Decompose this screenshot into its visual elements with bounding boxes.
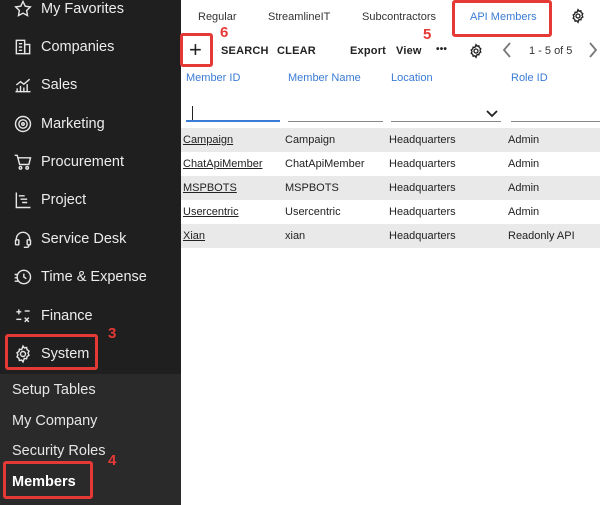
sidebar-item-companies[interactable]: Companies <box>0 29 181 65</box>
view-button[interactable]: View <box>396 45 422 57</box>
search-button[interactable]: SEARCH <box>221 45 269 57</box>
tab-regular[interactable]: Regular <box>198 11 237 23</box>
member-name-cell: MSPBOTS <box>285 182 339 194</box>
member-id-filter-input[interactable] <box>186 104 280 122</box>
location-cell: Headquarters <box>389 134 456 146</box>
role-id-cell: Admin <box>508 206 540 218</box>
submenu-item-setup-tables[interactable]: Setup Tables <box>12 382 96 398</box>
location-cell: Headquarters <box>389 182 456 194</box>
column-header-member-name[interactable]: Member Name <box>288 72 361 84</box>
text-cursor <box>192 106 193 120</box>
chevron-down-icon <box>485 106 499 118</box>
filter-row <box>181 92 600 124</box>
annotation-box-system <box>5 334 98 370</box>
submenu-item-my-company[interactable]: My Company <box>12 413 97 429</box>
calculator-icon <box>12 305 34 327</box>
target-icon <box>12 113 34 135</box>
annotation-box-members <box>3 461 93 499</box>
table-row[interactable]: Usercentric Usercentric Headquarters Adm… <box>181 200 600 224</box>
location-cell: Headquarters <box>389 206 456 218</box>
location-cell: Headquarters <box>389 230 456 242</box>
building-icon <box>12 36 34 58</box>
sidebar-item-label: Procurement <box>41 154 125 170</box>
table-row[interactable]: ChatApiMember ChatApiMember Headquarters… <box>181 152 600 176</box>
sidebar-item-procurement[interactable]: Procurement <box>0 144 181 180</box>
column-header-member-id[interactable]: Member ID <box>186 72 240 84</box>
annotation-box-api-members-tab <box>452 0 552 37</box>
member-name-filter-input[interactable] <box>288 104 383 122</box>
headset-icon <box>12 228 34 250</box>
location-filter-dropdown[interactable] <box>391 104 501 122</box>
member-name-cell: xian <box>285 230 306 242</box>
export-button[interactable]: Export <box>350 45 386 57</box>
sidebar-item-sales[interactable]: Sales <box>0 67 181 103</box>
annotation-number: 5 <box>423 26 432 43</box>
toolbar-settings-gear-icon[interactable] <box>468 43 484 64</box>
member-name-cell: Usercentric <box>285 206 341 218</box>
tab-settings-gear-icon[interactable] <box>570 8 586 24</box>
role-id-filter-input[interactable] <box>511 104 600 122</box>
location-cell: Headquarters <box>389 158 456 170</box>
tab-streamlineit[interactable]: StreamlineIT <box>268 11 330 23</box>
sidebar-item-label: Sales <box>41 77 78 93</box>
member-id-link[interactable]: Usercentric <box>183 206 239 218</box>
role-id-cell: Readonly API <box>508 230 575 242</box>
clear-button[interactable]: CLEAR <box>277 45 316 57</box>
table-row[interactable]: MSPBOTS MSPBOTS Headquarters Admin <box>181 176 600 200</box>
role-id-cell: Admin <box>508 158 540 170</box>
sidebar-item-label: Time & Expense <box>41 269 147 285</box>
annotation-number: 6 <box>220 24 229 41</box>
clock-icon <box>12 266 34 288</box>
table-row[interactable]: Xian xian Headquarters Readonly API <box>181 224 600 248</box>
more-options-button[interactable]: ••• <box>436 44 447 55</box>
sidebar-item-label: Project <box>41 192 87 208</box>
annotation-number: 3 <box>108 325 117 342</box>
sidebar-item-marketing[interactable]: Marketing <box>0 106 181 142</box>
sidebar-item-project[interactable]: Project <box>0 182 181 218</box>
gantt-icon <box>12 189 34 211</box>
column-header-location[interactable]: Location <box>391 72 433 84</box>
member-name-cell: Campaign <box>285 134 336 146</box>
pagination-label: 1 - 5 of 5 <box>529 45 573 57</box>
sidebar-item-label: Companies <box>41 39 115 55</box>
role-id-cell: Admin <box>508 182 540 194</box>
cart-icon <box>12 151 34 173</box>
toolbar: + SEARCH CLEAR Export View ••• 1 - 5 of … <box>181 36 600 66</box>
member-id-link[interactable]: MSPBOTS <box>183 182 237 194</box>
role-id-cell: Admin <box>508 134 540 146</box>
star-icon <box>12 0 34 20</box>
chart-icon <box>12 74 34 96</box>
annotation-number: 4 <box>108 452 117 469</box>
sidebar-item-finance[interactable]: Finance <box>0 298 181 334</box>
annotation-box-add-button <box>180 33 213 67</box>
table-header: Member ID Member Name Location Role ID <box>181 66 600 90</box>
sidebar-item-label: Service Desk <box>41 231 127 247</box>
sidebar-item-label: My Favorites <box>41 1 124 17</box>
sidebar-item-label: Marketing <box>41 116 105 132</box>
member-id-link[interactable]: Xian <box>183 230 205 242</box>
member-id-link[interactable]: Campaign <box>183 134 233 146</box>
previous-page-icon[interactable] <box>501 41 513 59</box>
sidebar-item-time-expense[interactable]: Time & Expense <box>0 259 181 295</box>
sidebar-item-label: Finance <box>41 308 93 324</box>
column-header-role-id[interactable]: Role ID <box>511 72 548 84</box>
table-row[interactable]: Campaign Campaign Headquarters Admin <box>181 128 600 152</box>
tab-subcontractors[interactable]: Subcontractors <box>362 11 436 23</box>
sidebar-item-my-favorites[interactable]: My Favorites <box>0 0 181 27</box>
next-page-icon[interactable] <box>587 41 599 59</box>
member-name-cell: ChatApiMember <box>285 158 365 170</box>
sidebar-item-service-desk[interactable]: Service Desk <box>0 221 181 257</box>
submenu-item-security-roles[interactable]: Security Roles <box>12 443 105 459</box>
member-id-link[interactable]: ChatApiMember <box>183 158 262 170</box>
sidebar: My Favorites Companies Sales Marketing P… <box>0 0 181 505</box>
